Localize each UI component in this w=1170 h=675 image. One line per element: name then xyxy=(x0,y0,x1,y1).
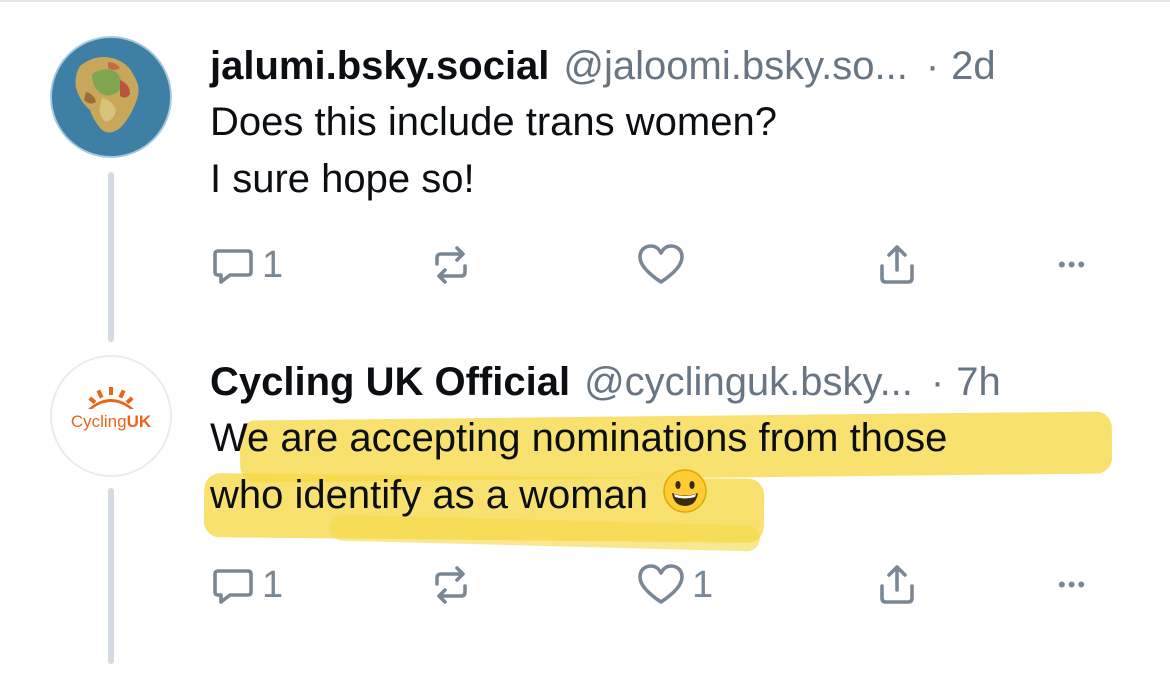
reply-count: 1 xyxy=(262,243,284,286)
share-button[interactable] xyxy=(874,560,920,610)
post-text-line: who identify as a woman xyxy=(210,467,1130,524)
post-text-line: Does this include trans women? xyxy=(210,100,777,144)
separator-dot: · xyxy=(930,360,945,404)
wordmark-prefix: Cycling xyxy=(70,412,127,431)
share-button[interactable] xyxy=(874,240,920,290)
post-actions: 1 1 ••• xyxy=(210,560,1110,610)
top-divider xyxy=(0,0,1170,2)
repost-icon xyxy=(435,246,467,284)
avatar-cyclinguk[interactable]: CyclingUK xyxy=(50,355,172,477)
grinning-face-emoji xyxy=(663,469,707,513)
post-text-line: We are accepting nominations from those xyxy=(210,416,948,460)
post-text: Does this include trans women? I sure ho… xyxy=(210,94,1130,208)
repost-button[interactable] xyxy=(428,560,480,610)
post-header: Cycling UK Official @cyclinguk.bsky... ·… xyxy=(210,358,1130,406)
post-time[interactable]: 7h xyxy=(956,358,1001,406)
reply-icon xyxy=(213,249,253,284)
share-icon xyxy=(880,565,914,604)
reply-button[interactable]: 1 xyxy=(210,560,283,610)
more-icon: ••• xyxy=(1058,252,1088,277)
like-button[interactable]: 1 xyxy=(636,560,713,610)
wordmark-suffix: UK xyxy=(126,412,152,431)
reply-icon xyxy=(213,569,253,604)
post-text: We are accepting nominations from those … xyxy=(210,410,1130,524)
repost-button[interactable] xyxy=(428,240,480,290)
thread-line-top xyxy=(108,172,114,342)
globe-map-avatar-icon xyxy=(50,36,172,158)
cycling-uk-wordmark: CyclingUK xyxy=(52,412,170,432)
like-button[interactable] xyxy=(636,240,692,290)
more-options-button[interactable]: ••• xyxy=(1058,240,1087,290)
reply-count: 1 xyxy=(262,563,284,606)
display-name[interactable]: Cycling UK Official xyxy=(210,358,570,406)
post-text-line-content: who identify as a woman xyxy=(210,473,649,517)
more-icon: ••• xyxy=(1058,572,1088,597)
display-name[interactable]: jalumi.bsky.social xyxy=(210,42,549,90)
post-time[interactable]: 2d xyxy=(951,42,996,90)
post-header: jalumi.bsky.social @jaloomi.bsky.so... ·… xyxy=(210,42,1130,90)
separator-dot: · xyxy=(925,44,940,88)
post-text-line: I sure hope so! xyxy=(210,157,475,201)
handle[interactable]: @cyclinguk.bsky... xyxy=(584,358,913,406)
avatar-jalumi[interactable] xyxy=(50,36,172,158)
heart-icon xyxy=(638,564,684,604)
thread-line-bottom xyxy=(108,488,114,664)
post-cyclinguk[interactable]: Cycling UK Official @cyclinguk.bsky... ·… xyxy=(210,358,1130,524)
like-count: 1 xyxy=(692,563,714,606)
post-jalumi[interactable]: jalumi.bsky.social @jaloomi.bsky.so... ·… xyxy=(210,42,1130,208)
share-icon xyxy=(880,245,914,284)
repost-icon xyxy=(435,566,467,604)
handle[interactable]: @jaloomi.bsky.so... xyxy=(563,42,907,90)
post-actions: 1 ••• xyxy=(210,240,1110,290)
heart-icon xyxy=(638,244,684,284)
reply-button[interactable]: 1 xyxy=(210,240,283,290)
more-options-button[interactable]: ••• xyxy=(1058,560,1087,610)
